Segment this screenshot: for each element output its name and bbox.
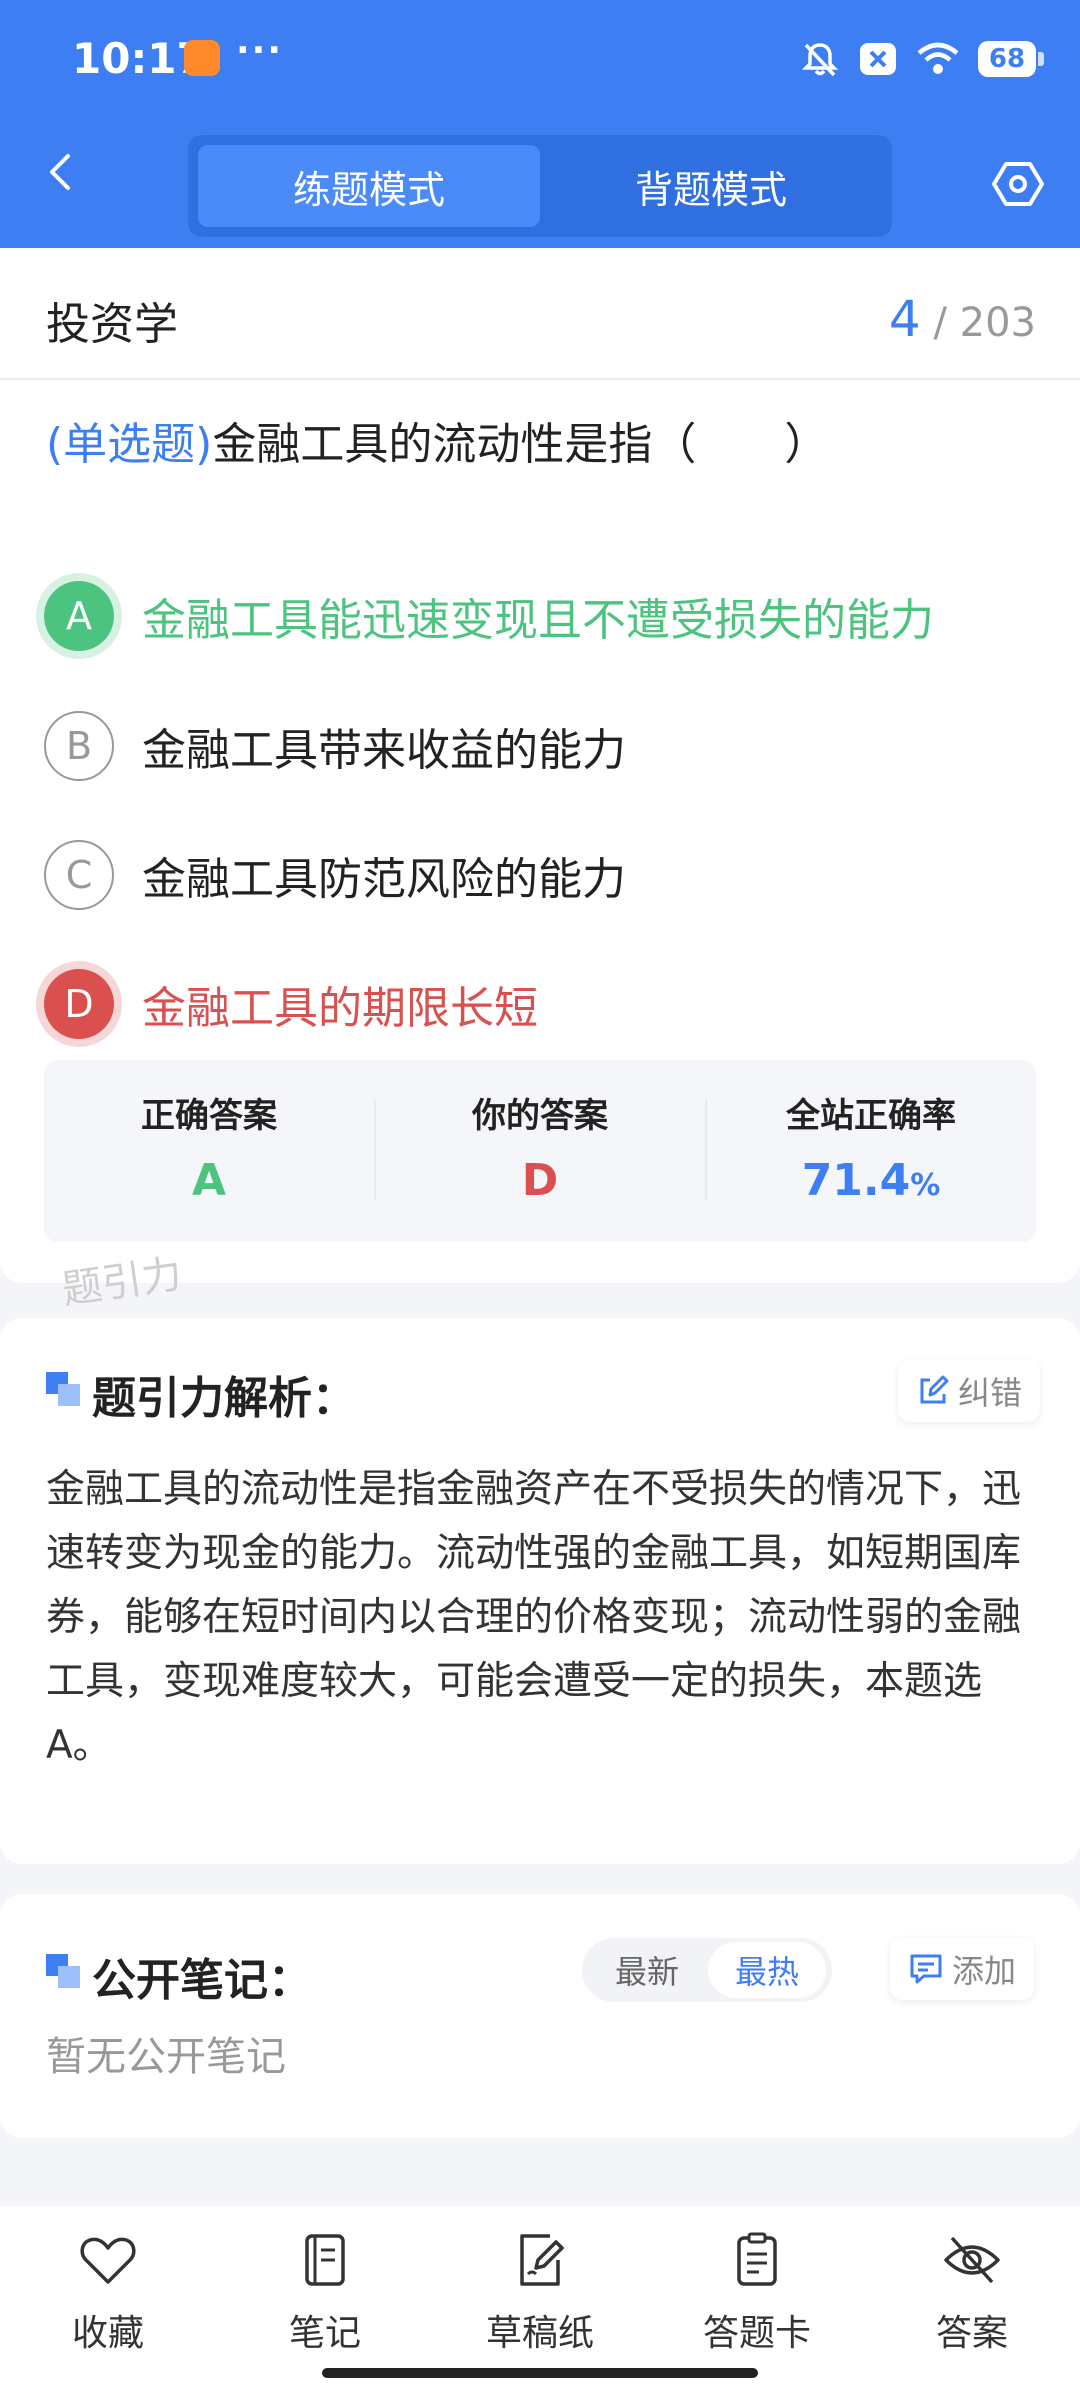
your-answer-value: D	[521, 1155, 559, 1206]
answer-sheet-icon	[737, 2232, 777, 2286]
option-a[interactable]: A 金融工具能迅速变现且不遭受损失的能力	[44, 576, 934, 656]
accuracy-rate-label: 全站正确率	[786, 1096, 956, 1136]
section-icon	[46, 1954, 80, 1988]
question-type: (单选题)	[46, 419, 213, 470]
status-icons: 68	[800, 34, 1044, 84]
option-c[interactable]: C 金融工具防范风险的能力	[44, 835, 626, 915]
nav-label: 答题卡	[702, 2313, 811, 2354]
option-d[interactable]: D 金融工具的期限长短	[44, 964, 538, 1044]
progress-current: 4	[888, 290, 921, 348]
eye-hidden-icon	[944, 2236, 1000, 2284]
comment-icon	[910, 1954, 942, 1984]
nav-answer-visibility[interactable]: 答案	[887, 2230, 1057, 2356]
edit-icon	[920, 1375, 949, 1404]
progress-total: / 203	[933, 300, 1036, 346]
option-text: 金融工具的期限长短	[142, 983, 538, 1034]
settings-icon[interactable]	[992, 158, 1044, 210]
empty-notes-text: 暂无公开笔记	[46, 2034, 286, 2080]
wifi-icon	[917, 42, 959, 74]
app-notification-icon	[184, 40, 220, 76]
correct-answer-value: A	[191, 1155, 227, 1206]
analysis-title: 题引力解析：	[92, 1373, 356, 1424]
correct-answer: 正确答案 A	[44, 1088, 374, 1206]
status-bar: 10:17 ··· 68	[0, 0, 1080, 120]
nav-label: 答案	[935, 2313, 1008, 2354]
back-icon[interactable]	[40, 150, 84, 194]
report-error-button[interactable]: 纠错	[898, 1360, 1041, 1422]
mode-switch: 练题模式 背题模式	[188, 135, 892, 237]
section-icon	[46, 1372, 80, 1406]
tab-memorize-mode[interactable]: 背题模式	[540, 145, 882, 227]
accuracy-rate-number: 71.4	[801, 1155, 911, 1206]
option-text: 金融工具带来收益的能力	[142, 725, 626, 776]
battery-icon: 68	[978, 41, 1044, 77]
option-letter: C	[44, 840, 114, 910]
heart-icon	[80, 2237, 136, 2284]
question-stem: 金融工具的流动性是指（ ）	[212, 419, 829, 470]
accuracy-rate-unit: %	[910, 1168, 941, 1203]
notes-sort-toggle: 最新 最热	[582, 1938, 832, 2002]
option-text: 金融工具能迅速变现且不遭受损失的能力	[142, 595, 934, 646]
mute-bell-icon	[801, 43, 839, 77]
close-box-icon	[860, 43, 896, 75]
correct-answer-label: 正确答案	[141, 1096, 277, 1136]
more-notifications-icon: ···	[236, 30, 284, 71]
sort-hottest[interactable]: 最热	[708, 1942, 826, 1998]
option-b[interactable]: B 金融工具带来收益的能力	[44, 706, 626, 786]
add-note-label: 添加	[952, 1952, 1017, 1990]
question-card: 投资学 4 / 203 (单选题)金融工具的流动性是指（ ） A 金融工具能迅速…	[0, 248, 1080, 1283]
your-answer: 你的答案 D	[375, 1088, 705, 1206]
add-note-button[interactable]: 添加	[890, 1938, 1035, 2000]
question-text: (单选题)金融工具的流动性是指（ ）	[46, 408, 828, 472]
nav-answer-sheet[interactable]: 答题卡	[672, 2230, 842, 2356]
option-letter: D	[44, 969, 114, 1039]
option-letter: A	[44, 581, 114, 651]
nav-label: 笔记	[288, 2313, 361, 2354]
accuracy-rate-value: 71.4%	[706, 1155, 1036, 1206]
analysis-card: 题引力解析： 纠错 金融工具的流动性是指金融资产在不受损失的情况下，迅速转变为现…	[0, 1318, 1080, 1864]
report-error-label: 纠错	[958, 1374, 1023, 1412]
analysis-text: 金融工具的流动性是指金融资产在不受损失的情况下，迅速转变为现金的能力。流动性强的…	[46, 1467, 1022, 1768]
home-indicator[interactable]	[322, 2368, 758, 2378]
notebook-icon	[305, 2234, 345, 2286]
nav-label: 草稿纸	[485, 2313, 594, 2354]
nav-favorite[interactable]: 收藏	[23, 2230, 193, 2356]
accuracy-rate: 全站正确率 71.4%	[706, 1088, 1036, 1206]
your-answer-label: 你的答案	[472, 1096, 608, 1136]
nav-notes[interactable]: 笔记	[240, 2230, 410, 2356]
notes-title: 公开笔记：	[92, 1955, 312, 2006]
option-text: 金融工具防范风险的能力	[142, 854, 626, 905]
sort-newest[interactable]: 最新	[588, 1938, 706, 2002]
nav-draft-paper[interactable]: 草稿纸	[455, 2230, 625, 2356]
tab-practice-mode[interactable]: 练题模式	[198, 145, 540, 227]
public-notes-card: 公开笔记： 最新 最热 添加 暂无公开笔记	[0, 1894, 1080, 2138]
divider	[0, 378, 1080, 380]
question-progress: 4 / 203	[889, 290, 1036, 348]
subject-title: 投资学	[46, 299, 178, 350]
nav-label: 收藏	[71, 2313, 144, 2354]
app-header: 10:17 ··· 68 练题模式 背题模式	[0, 0, 1080, 248]
draft-paper-icon	[520, 2234, 564, 2286]
answer-summary: 正确答案 A 你的答案 D 全站正确率 71.4%	[44, 1060, 1036, 1242]
option-letter: B	[44, 711, 114, 781]
